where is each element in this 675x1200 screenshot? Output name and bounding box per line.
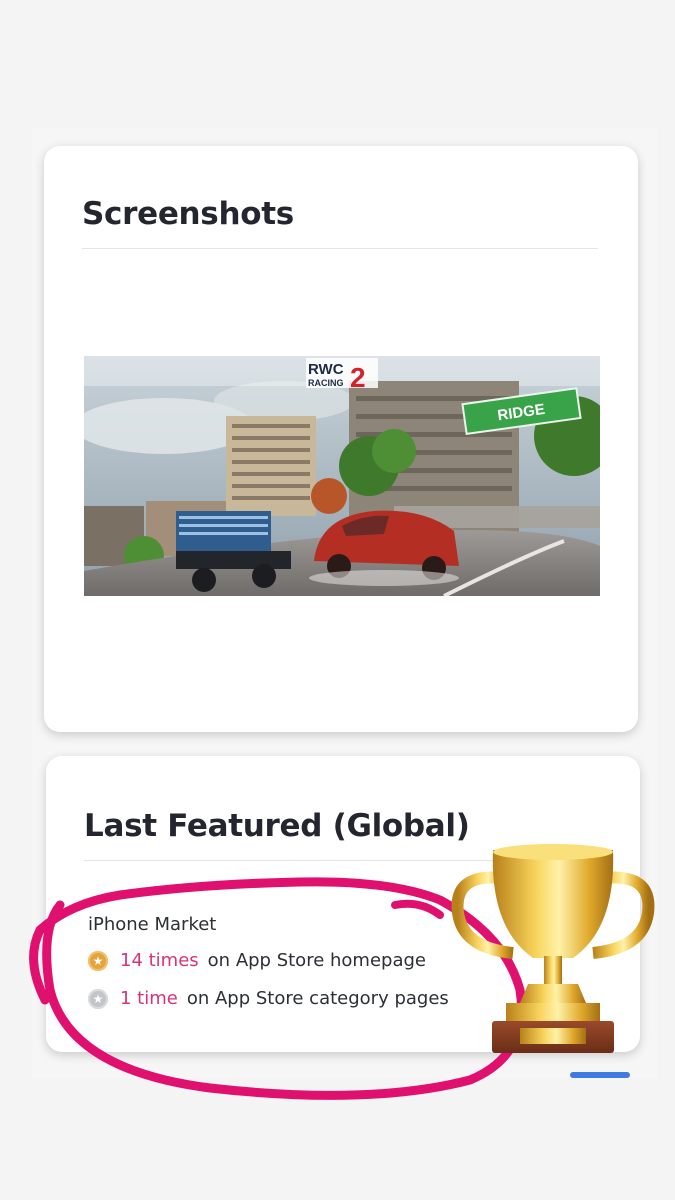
game-logo-subtext: RACING — [308, 378, 344, 388]
market-label: iPhone Market — [88, 914, 217, 935]
last-featured-title: Last Featured (Global) — [84, 808, 470, 844]
featured-count[interactable]: 1 time — [120, 988, 178, 1009]
featured-row-category: ★ 1 time on App Store category pages — [88, 988, 449, 1009]
game-screenshot[interactable]: RIDGE RWC RACING 2 — [84, 356, 600, 596]
star-silver-icon: ★ — [88, 988, 108, 1009]
bottom-card-edge — [570, 1072, 630, 1078]
featured-row-text: on App Store category pages — [186, 988, 449, 1009]
featured-count[interactable]: 14 times — [120, 950, 199, 971]
featured-row-text: on App Store homepage — [207, 950, 426, 971]
game-logo-number: 2 — [350, 362, 366, 393]
star-gold-icon: ★ — [88, 950, 108, 971]
featured-row-homepage: ★ 14 times on App Store homepage — [88, 950, 426, 971]
game-logo-text: RWC — [308, 361, 344, 378]
game-screenshot-art: RIDGE RWC RACING 2 — [84, 356, 600, 596]
screenshots-card: Screenshots RIDGE RWC RACING 2 — [44, 146, 638, 732]
screenshots-title: Screenshots — [82, 196, 294, 232]
screenshots-divider — [82, 248, 598, 249]
trophy-icon — [451, 844, 655, 1053]
